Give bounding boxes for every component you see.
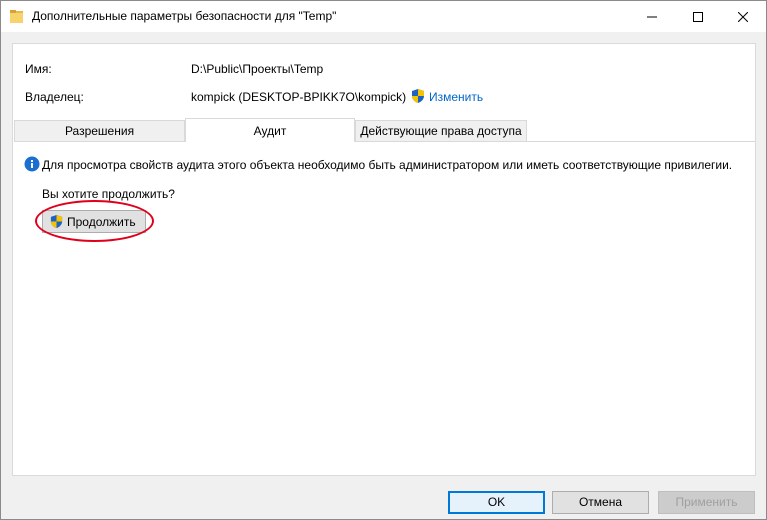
title-bar[interactable]: Дополнительные параметры безопасности дл… xyxy=(1,1,766,32)
audit-info-message: Для просмотра свойств аудита этого объек… xyxy=(42,158,733,172)
apply-button[interactable]: Применить xyxy=(658,491,755,514)
tab-permissions[interactable]: Разрешения xyxy=(14,120,185,141)
close-icon xyxy=(738,11,748,22)
tab-audit[interactable]: Аудит xyxy=(185,118,355,142)
owner-value: kompick (DESKTOP-BPIKK7O\kompick) xyxy=(191,90,407,104)
uac-shield-icon xyxy=(412,89,424,103)
name-label: Имя: xyxy=(25,62,52,76)
ok-button[interactable]: OK xyxy=(448,491,545,514)
minimize-icon xyxy=(647,16,657,17)
cancel-button[interactable]: Отмена xyxy=(552,491,649,514)
tab-effective-access[interactable]: Действующие права доступа xyxy=(355,120,527,141)
security-dialog-window: Дополнительные параметры безопасности дл… xyxy=(0,0,767,520)
main-panel: Имя: D:\Public\Проекты\Temp Владелец: ko… xyxy=(12,43,756,476)
folder-icon xyxy=(10,10,23,23)
name-value: D:\Public\Проекты\Temp xyxy=(191,62,324,76)
uac-shield-icon xyxy=(50,214,63,229)
window-title: Дополнительные параметры безопасности дл… xyxy=(32,9,337,23)
change-owner-link[interactable]: Изменить xyxy=(429,90,483,104)
minimize-button[interactable] xyxy=(629,1,675,32)
maximize-button[interactable] xyxy=(675,1,721,32)
audit-tab-content: Для просмотра свойств аудита этого объек… xyxy=(14,141,755,475)
maximize-icon xyxy=(693,11,703,22)
owner-label: Владелец: xyxy=(25,90,84,104)
info-icon xyxy=(24,156,40,172)
continue-question: Вы хотите продолжить? xyxy=(42,187,175,201)
continue-button[interactable]: Продолжить xyxy=(42,210,146,233)
continue-button-label: Продолжить xyxy=(67,214,136,229)
close-button[interactable] xyxy=(720,1,766,32)
